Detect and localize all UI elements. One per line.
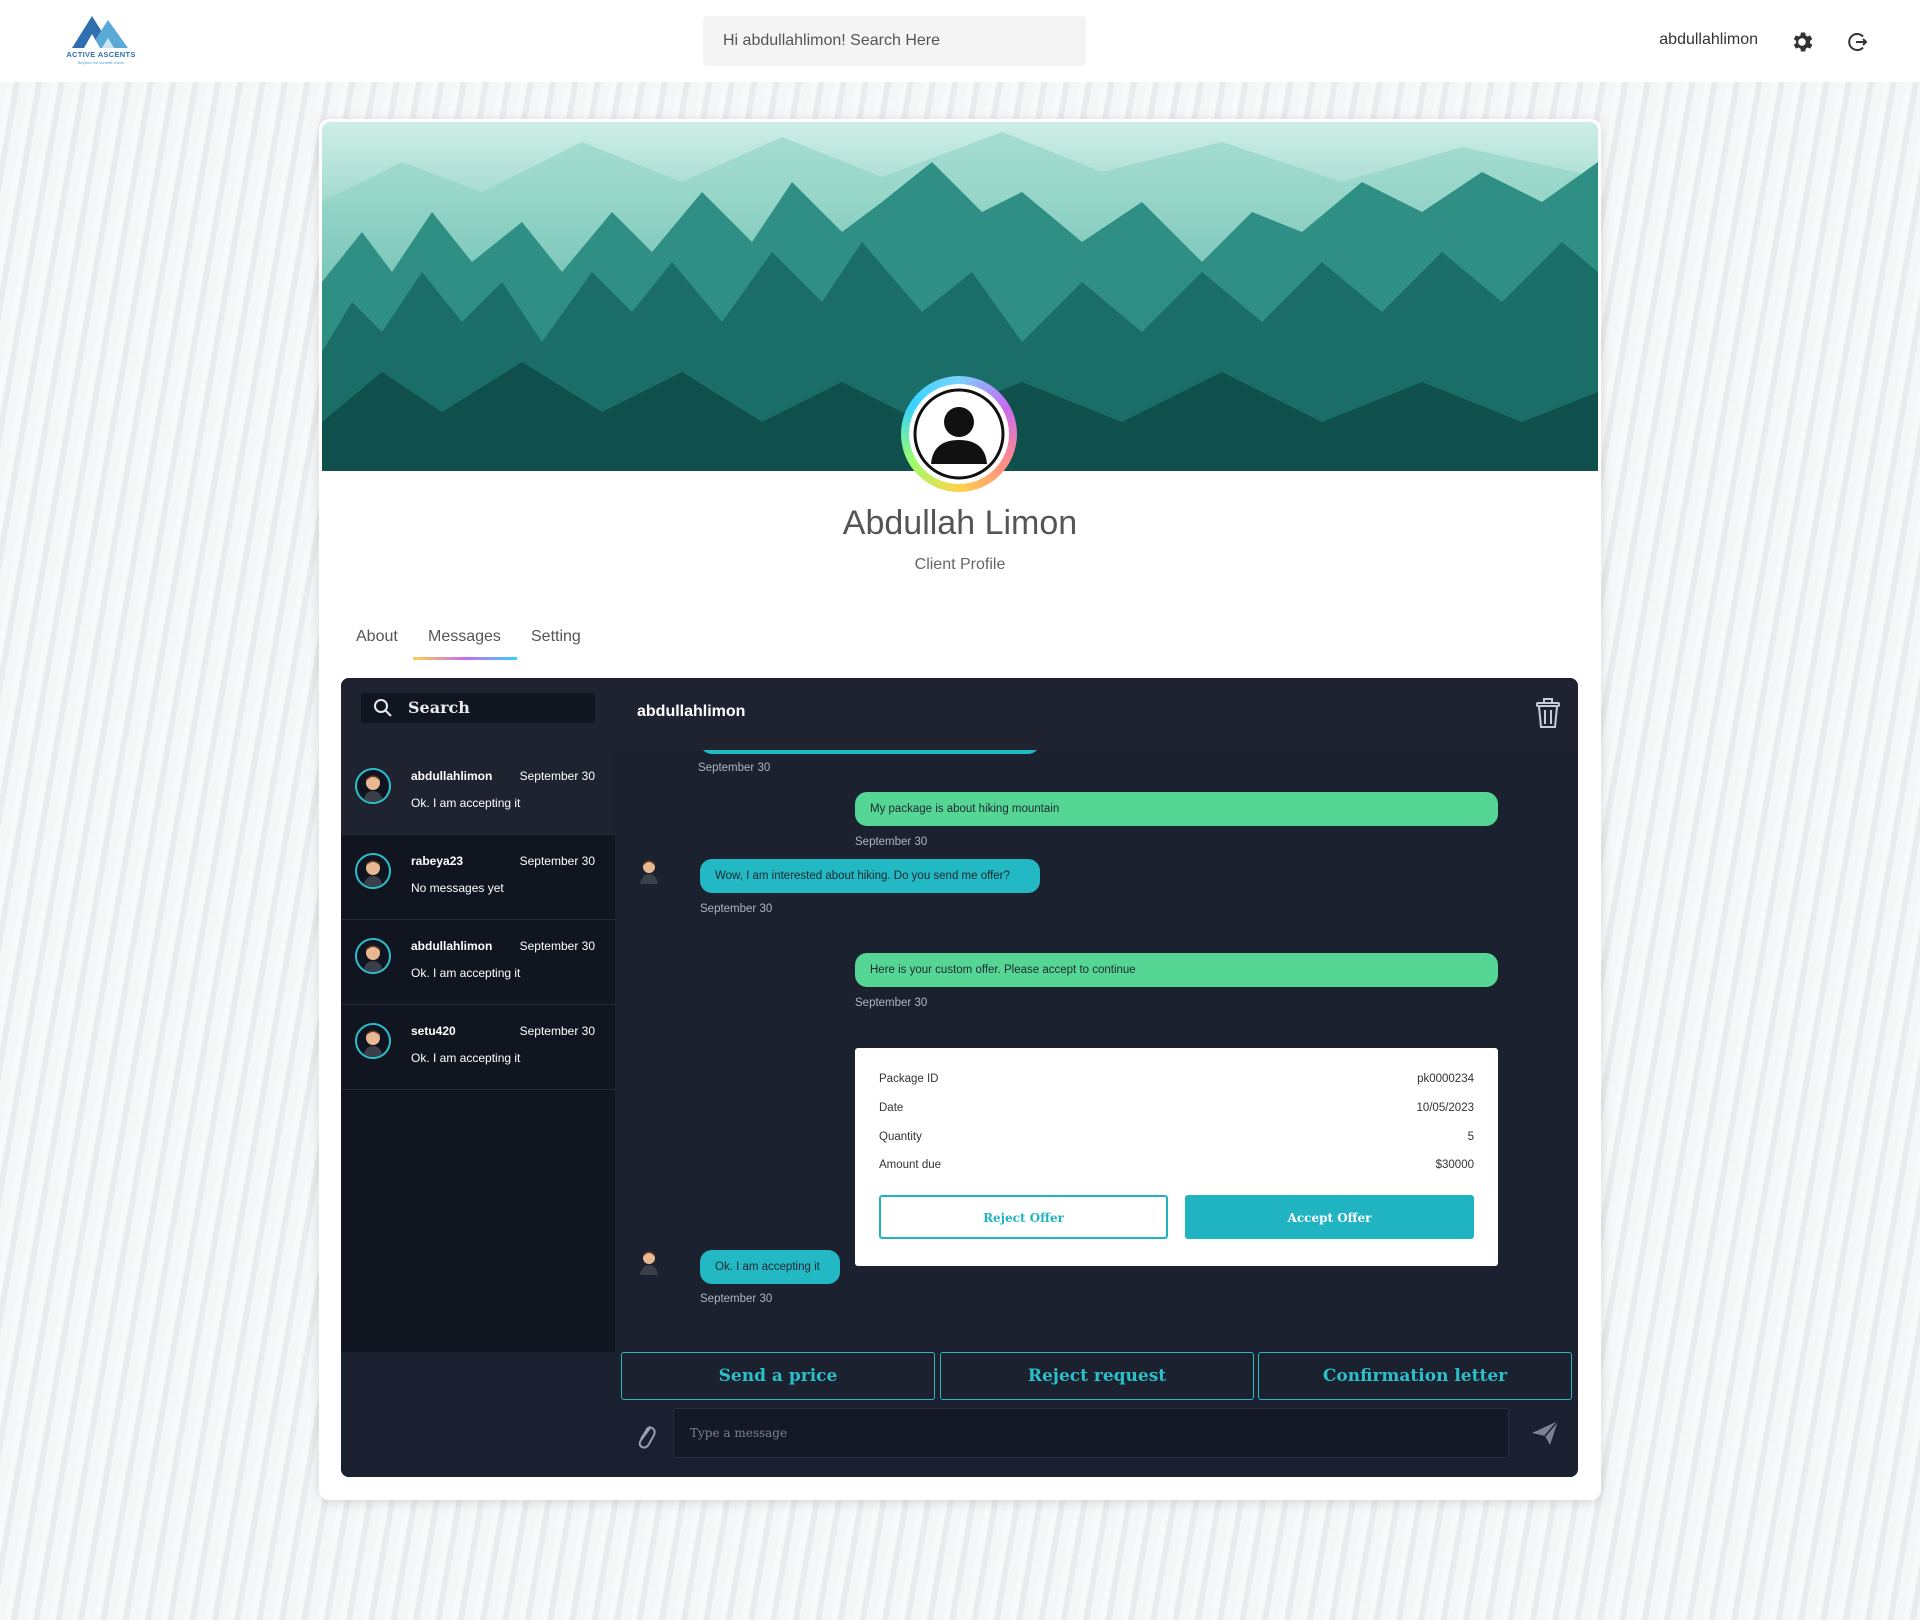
avatar xyxy=(355,853,391,889)
offer-label: Date xyxy=(879,1102,904,1114)
brand-logo[interactable]: ACTIVE ASCENTS Beyond the summit: travel xyxy=(62,12,140,68)
mountain-logo-icon xyxy=(72,16,128,48)
paperclip-icon[interactable] xyxy=(635,1420,657,1452)
offer-value: 5 xyxy=(1467,1131,1474,1143)
conversation-item[interactable]: abdullahlimon September 30 Ok. I am acce… xyxy=(341,920,615,1005)
message-time: September 30 xyxy=(855,997,928,1009)
message-bubble-outgoing: My package is about hiking mountain xyxy=(855,792,1498,826)
profile-subtitle: Client Profile xyxy=(914,556,1006,573)
profile-card: Abdullah Limon Client Profile About Mess… xyxy=(319,119,1601,1500)
offer-value: $30000 xyxy=(1435,1159,1474,1171)
gear-icon[interactable] xyxy=(1789,29,1815,55)
conversation-item[interactable]: setu420 September 30 Ok. I am accepting … xyxy=(341,1005,615,1090)
sender-avatar-icon xyxy=(640,1251,658,1275)
offer-row: Quantity 5 xyxy=(879,1131,1474,1143)
search-icon xyxy=(374,699,392,717)
messenger: Search abdullahlimon September 30 Ok. I … xyxy=(341,678,1578,1477)
offer-value: 10/05/2023 xyxy=(1416,1102,1474,1114)
conversation-date: September 30 xyxy=(519,939,595,953)
avatar xyxy=(355,768,391,804)
user-avatar-icon xyxy=(363,1030,383,1057)
message-time: September 30 xyxy=(855,836,928,848)
conversation-name: rabeya23 xyxy=(411,854,464,868)
chat-title: abdullahlimon xyxy=(637,703,746,720)
conversation-item[interactable]: rabeya23 September 30 No messages yet xyxy=(341,835,615,920)
conversation-search[interactable]: Search xyxy=(361,693,595,723)
tab-messages[interactable]: Messages xyxy=(428,628,501,646)
confirmation-letter-button[interactable]: Confirmation letter xyxy=(1258,1352,1572,1400)
reject-offer-button[interactable]: Reject Offer xyxy=(879,1195,1168,1239)
brand-name: ACTIVE ASCENTS xyxy=(66,50,136,59)
profile-avatar[interactable] xyxy=(901,376,1017,492)
user-avatar-icon xyxy=(363,775,383,802)
send-price-button[interactable]: Send a price xyxy=(621,1352,935,1400)
tab-setting[interactable]: Setting xyxy=(531,628,581,646)
conversation-preview: Ok. I am accepting it xyxy=(411,1051,521,1065)
trash-icon[interactable] xyxy=(1535,698,1561,728)
conversation-date: September 30 xyxy=(519,769,595,783)
message-bubble-incoming: Ok. I am accepting it xyxy=(700,1250,840,1284)
chat-header: abdullahlimon xyxy=(615,678,1578,750)
offer-label: Package ID xyxy=(879,1073,939,1085)
offer-row: Package ID pk0000234 xyxy=(879,1073,1474,1085)
tab-about[interactable]: About xyxy=(356,628,398,646)
message-bubble-incoming xyxy=(700,750,1040,754)
conversation-name: abdullahlimon xyxy=(411,939,493,953)
conversation-preview: Ok. I am accepting it xyxy=(411,796,521,810)
user-icon xyxy=(913,388,1005,480)
user-avatar-icon xyxy=(363,945,383,972)
reject-request-button[interactable]: Reject request xyxy=(940,1352,1254,1400)
message-input[interactable] xyxy=(673,1408,1509,1458)
profile-name: Abdullah Limon xyxy=(842,504,1078,542)
message-bubble-outgoing: Here is your custom offer. Please accept… xyxy=(855,953,1498,987)
conversation-preview: No messages yet xyxy=(411,881,504,895)
avatar xyxy=(355,1023,391,1059)
sender-avatar-icon xyxy=(640,860,658,884)
conversation-date: September 30 xyxy=(519,1024,595,1038)
top-navbar: ACTIVE ASCENTS Beyond the summit: travel… xyxy=(0,0,1920,82)
conversation-preview: Ok. I am accepting it xyxy=(411,966,521,980)
message-bubble-incoming: Wow, I am interested about hiking. Do yo… xyxy=(700,859,1040,893)
accept-offer-button[interactable]: Accept Offer xyxy=(1185,1195,1474,1239)
custom-offer-card: Package ID pk0000234 Date 10/05/2023 Qua… xyxy=(855,1048,1498,1266)
conversation-name: setu420 xyxy=(411,1024,456,1038)
user-avatar-icon xyxy=(363,860,383,887)
conversation-sidebar: Search abdullahlimon September 30 Ok. I … xyxy=(341,678,615,1477)
conversation-date: September 30 xyxy=(519,854,595,868)
header-username[interactable]: abdullahlimon xyxy=(1640,31,1758,49)
composer xyxy=(615,1400,1578,1477)
send-icon[interactable] xyxy=(1530,1418,1560,1448)
message-time: September 30 xyxy=(700,903,773,915)
offer-value: pk0000234 xyxy=(1417,1073,1474,1085)
conversation-item[interactable]: abdullahlimon September 30 Ok. I am acce… xyxy=(341,750,615,835)
offer-row: Amount due $30000 xyxy=(879,1159,1474,1171)
offer-label: Quantity xyxy=(879,1131,922,1143)
avatar xyxy=(355,938,391,974)
message-thread: September 30 My package is about hiking … xyxy=(615,750,1578,1352)
logout-icon[interactable] xyxy=(1845,30,1869,54)
offer-label: Amount due xyxy=(879,1159,942,1171)
message-time: September 30 xyxy=(698,762,771,774)
search-label: Search xyxy=(408,698,470,717)
brand-tagline: Beyond the summit: travel xyxy=(77,60,125,65)
offer-row: Date 10/05/2023 xyxy=(879,1102,1474,1114)
conversation-name: abdullahlimon xyxy=(411,769,493,783)
global-search-input[interactable] xyxy=(703,16,1086,66)
message-time: September 30 xyxy=(700,1293,773,1305)
active-tab-indicator xyxy=(413,657,517,660)
